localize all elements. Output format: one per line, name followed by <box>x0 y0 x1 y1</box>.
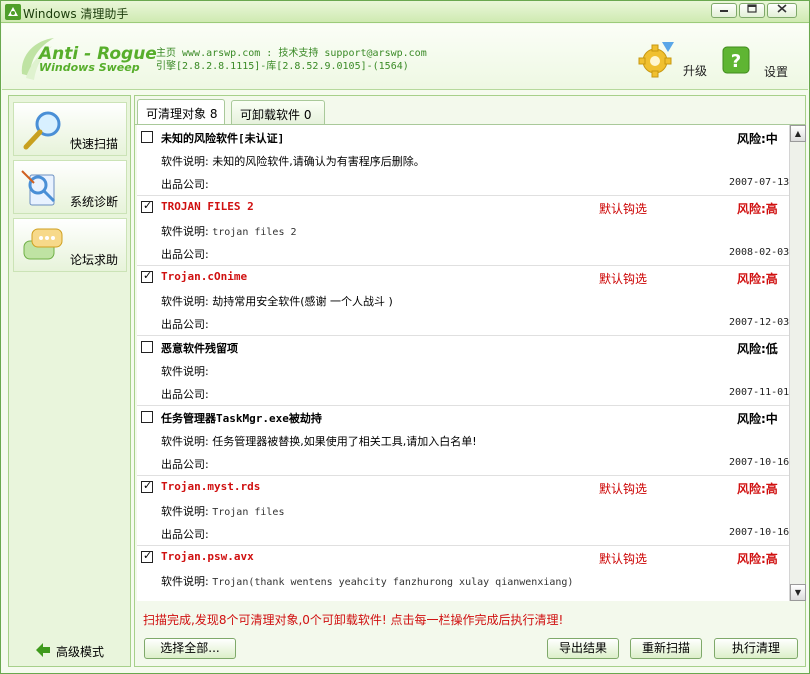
item-default-selected: 默认钩选 <box>599 482 648 496</box>
item-name: Trojan.myst.rds <box>161 480 261 493</box>
advanced-mode-label: 高级模式 <box>56 645 105 659</box>
settings-button[interactable]: ? 设置 <box>722 42 798 86</box>
item-risk: 风险:中 <box>737 132 778 146</box>
item-default-selected: 默认钩选 <box>599 552 648 566</box>
item-description: 软件说明: 劫持常用安全软件(感谢 一个人战斗 ) <box>161 295 393 308</box>
app-logo-icon <box>5 4 21 20</box>
close-icon <box>777 4 787 13</box>
list-item: ✓ Trojan.psw.avx 默认钩选 风险:高 软件说明: Trojan(… <box>137 545 789 601</box>
item-description: 软件说明: 任务管理器被替换,如果使用了相关工具,请加入白名单! <box>161 435 477 448</box>
item-checkbox[interactable] <box>141 411 153 423</box>
sidebar-item-label: 论坛求助 <box>70 253 119 267</box>
restore-button[interactable] <box>739 3 765 18</box>
item-date: 2007-11-01 <box>729 387 789 398</box>
main-panel: 可清理对象 8 可卸载软件 0 未知的风险软件[未认证] 风险:中 软件说明: … <box>134 95 806 667</box>
tab-cleanable[interactable]: 可清理对象 8 <box>137 99 225 125</box>
item-date: 2007-10-16 <box>729 457 789 468</box>
item-risk: 风险:低 <box>737 342 778 356</box>
scroll-up-button[interactable]: ▲ <box>790 125 806 142</box>
execute-clean-button[interactable]: 执行清理 <box>714 638 798 659</box>
item-checkbox[interactable]: ✓ <box>141 549 153 563</box>
list-item: ✓ Trojan.myst.rds 默认钩选 风险:高 软件说明: Trojan… <box>137 475 789 545</box>
item-date: 2007-07-13 <box>729 177 789 188</box>
item-name: 恶意软件残留项 <box>161 342 238 355</box>
sidebar-item-forum-help[interactable]: 论坛求助 <box>13 218 127 272</box>
item-company: 出品公司: <box>161 528 209 541</box>
item-checkbox[interactable]: ✓ <box>141 479 153 493</box>
item-description: 软件说明: Trojan files <box>161 505 285 518</box>
svg-text:?: ? <box>731 51 741 72</box>
scroll-down-button[interactable]: ▼ <box>790 584 806 601</box>
sidebar-item-quick-scan[interactable]: 快速扫描 <box>13 102 127 156</box>
item-risk: 风险:高 <box>737 272 778 286</box>
item-description: 软件说明: 未知的风险软件,请确认为有害程序后删除。 <box>161 155 425 168</box>
item-description: 软件说明: trojan files 2 <box>161 225 297 238</box>
item-company: 出品公司: <box>161 318 209 331</box>
item-risk: 风险:高 <box>737 202 778 216</box>
list-scrollbar[interactable]: ▲ ▼ <box>789 125 806 601</box>
item-name: Trojan.cOnime <box>161 270 248 283</box>
minimize-button[interactable] <box>711 3 737 18</box>
list-item: ✓ Trojan.cOnime 默认钩选 风险:高 软件说明: 劫持常用安全软件… <box>137 265 789 335</box>
item-company: 出品公司: <box>161 388 209 401</box>
item-name: TROJAN FILES 2 <box>161 200 254 213</box>
item-date: 2008-02-03 <box>729 247 789 258</box>
item-date: 2007-10-16 <box>729 527 789 538</box>
item-date: 2007-12-03 <box>729 317 789 328</box>
sidebar-item-label: 系统诊断 <box>70 195 119 209</box>
upgrade-button[interactable]: 升级 <box>638 40 718 84</box>
item-company: 出品公司: <box>161 248 209 261</box>
close-button[interactable] <box>767 3 797 18</box>
chat-bubble-icon <box>23 228 63 260</box>
list-item: 任务管理器TaskMgr.exe被劫持 风险:中 软件说明: 任务管理器被替换,… <box>137 405 789 475</box>
sidebar-item-label: 快速扫描 <box>70 137 119 151</box>
select-all-button[interactable]: 选择全部... <box>144 638 236 659</box>
item-name: Trojan.psw.avx <box>161 550 254 563</box>
threat-list: 未知的风险软件[未认证] 风险:中 软件说明: 未知的风险软件,请确认为有害程序… <box>137 125 789 601</box>
item-name: 任务管理器TaskMgr.exe被劫持 <box>161 412 322 425</box>
title-bar[interactable]: Windows 清理助手 <box>1 1 809 23</box>
item-company: 出品公司: <box>161 178 209 191</box>
restore-icon <box>747 4 757 13</box>
help-icon: ? <box>722 46 750 74</box>
item-checkbox[interactable]: ✓ <box>141 269 153 283</box>
item-default-selected: 默认钩选 <box>599 272 648 286</box>
item-description: 软件说明: Trojan(thank wentens yeahcity fanz… <box>161 575 574 588</box>
diagnosis-icon <box>21 170 56 206</box>
brand-subtitle: Windows Sweep <box>39 61 140 74</box>
minimize-icon <box>720 10 728 12</box>
window-title: Windows 清理助手 <box>23 7 129 21</box>
item-checkbox[interactable] <box>141 131 153 143</box>
status-message: 扫描完成,发现8个可清理对象,0个可卸载软件! 点击每一栏操作完成后执行清理! <box>143 613 564 627</box>
sidebar: 快速扫描 系统诊断 论坛求助 高级模式 <box>8 95 131 667</box>
item-company: 出品公司: <box>161 458 209 471</box>
header-banner: Anti - Rogue Windows Sweep 主页 www.arswp.… <box>2 24 808 90</box>
advanced-mode-link[interactable]: 高级模式 <box>35 642 125 660</box>
list-item: ✓ TROJAN FILES 2 默认钩选 风险:高 软件说明: trojan … <box>137 195 789 265</box>
app-window: Windows 清理助手 Anti - Rogue Windows Sweep … <box>0 0 810 674</box>
item-name: 未知的风险软件[未认证] <box>161 132 285 145</box>
item-risk: 风险:高 <box>737 552 778 566</box>
list-item: 恶意软件残留项 风险:低 软件说明: 出品公司: 2007-11-01 <box>137 335 789 405</box>
item-risk: 风险:高 <box>737 482 778 496</box>
rescan-button[interactable]: 重新扫描 <box>630 638 702 659</box>
item-checkbox[interactable]: ✓ <box>141 199 153 213</box>
arrow-left-icon <box>36 643 50 657</box>
item-default-selected: 默认钩选 <box>599 202 648 216</box>
list-item: 未知的风险软件[未认证] 风险:中 软件说明: 未知的风险软件,请确认为有害程序… <box>137 125 789 195</box>
gear-icon <box>638 42 674 78</box>
item-risk: 风险:中 <box>737 412 778 426</box>
export-results-button[interactable]: 导出结果 <box>547 638 619 659</box>
sidebar-item-system-diagnosis[interactable]: 系统诊断 <box>13 160 127 214</box>
item-checkbox[interactable] <box>141 341 153 353</box>
upgrade-label: 升级 <box>683 64 708 78</box>
magnifier-icon <box>23 111 61 150</box>
tab-uninstallable[interactable]: 可卸载软件 0 <box>231 100 325 124</box>
item-description: 软件说明: <box>161 365 209 378</box>
engine-version: 引擎[2.8.2.8.1115]-库[2.8.52.9.0105]-(1564) <box>156 61 409 72</box>
settings-label: 设置 <box>764 65 789 79</box>
